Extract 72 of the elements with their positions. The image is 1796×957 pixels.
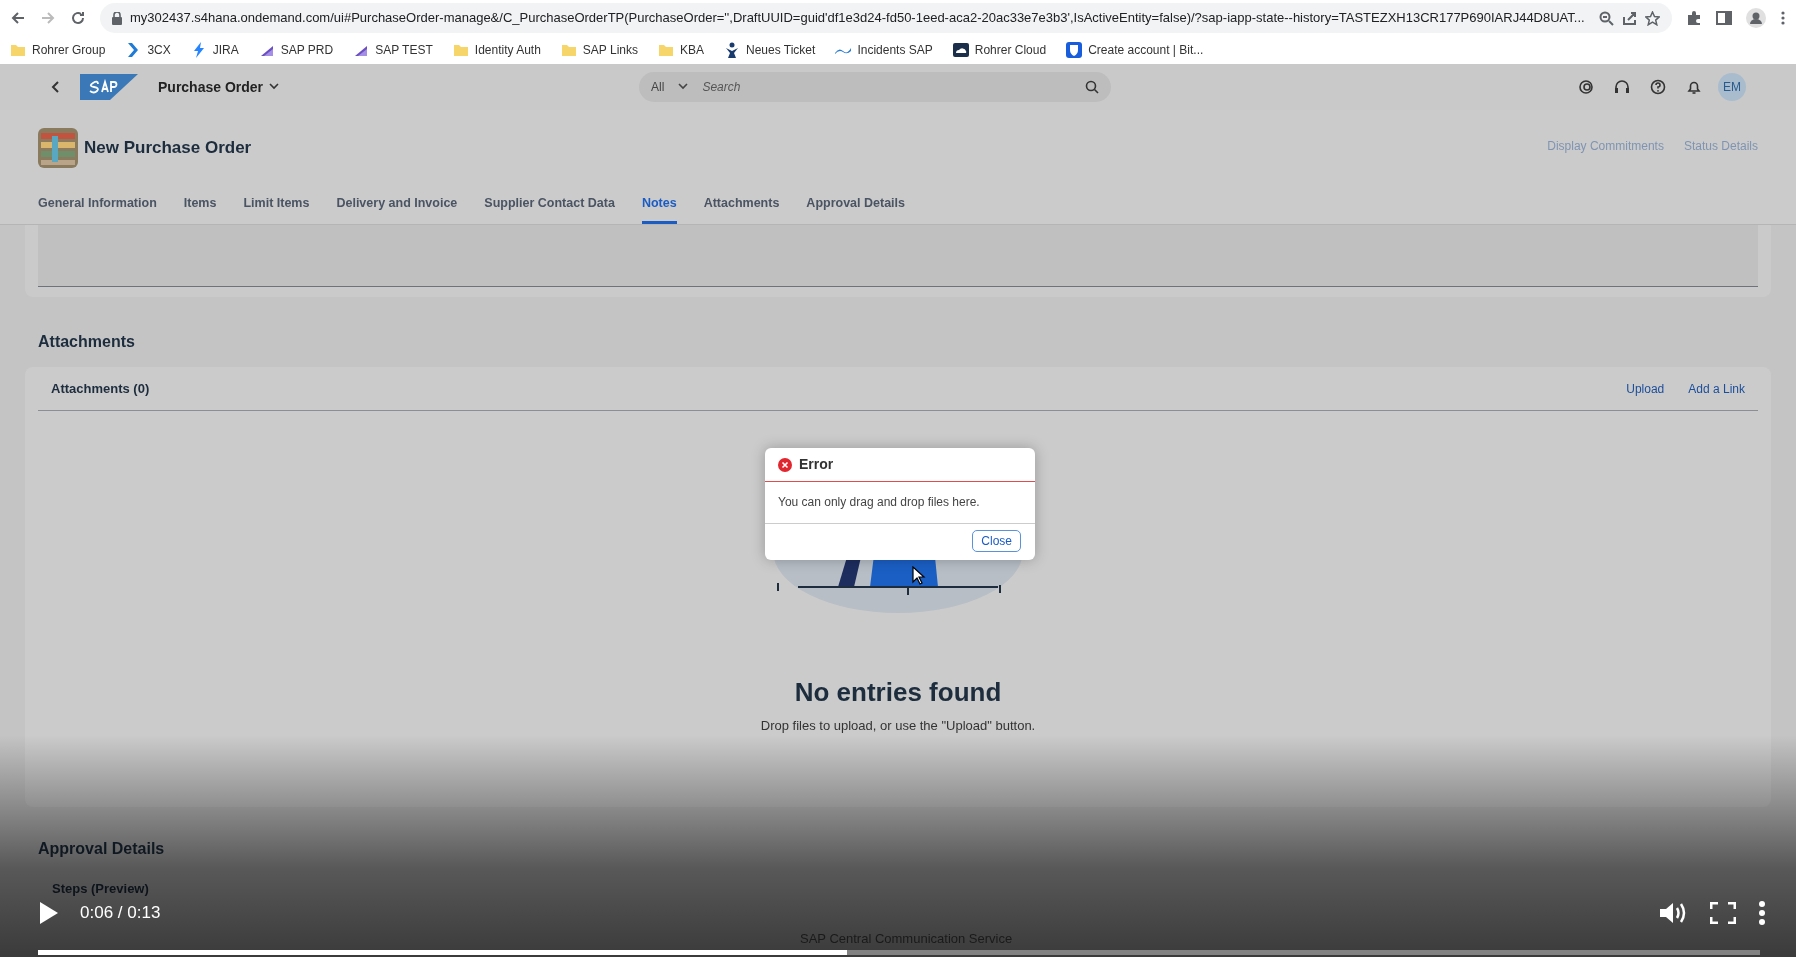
back-icon[interactable] bbox=[50, 80, 60, 94]
folder-icon bbox=[658, 42, 674, 58]
bell-icon[interactable] bbox=[1686, 79, 1702, 95]
zoom-icon[interactable] bbox=[1599, 10, 1614, 26]
fullscreen-icon[interactable] bbox=[1710, 902, 1736, 924]
menu-icon[interactable] bbox=[1780, 10, 1786, 26]
error-icon bbox=[778, 457, 792, 472]
avatar[interactable]: EM bbox=[1718, 73, 1746, 101]
url-text: my302437.s4hana.ondemand.com/ui#PurchaseOrder-manage&/C_PurchaseOrderTP(PurchaseOrder='',DraftUUID=guid'df1e3d24-fd50-1eed-aca2-20ac33e7e3b3',IsActiveEntity=false)/?sap-iapp-state--history=TASTEZXH13CR177P690IARJ44D8UAT... bbox=[130, 9, 1586, 28]
time-text: 0:06 / 0:13 bbox=[80, 902, 161, 925]
folder-icon bbox=[10, 42, 26, 58]
share-icon[interactable] bbox=[1622, 10, 1637, 26]
shield-icon bbox=[1066, 42, 1083, 58]
copilot-icon[interactable] bbox=[1578, 79, 1594, 95]
lock-icon bbox=[112, 11, 122, 25]
toolbar-link[interactable]: Upload bbox=[1626, 379, 1665, 398]
sidebar-icon[interactable] bbox=[1716, 10, 1732, 26]
search-icon[interactable] bbox=[1085, 80, 1100, 94]
address-bar[interactable] bbox=[100, 3, 1672, 33]
page-title: New Purchase Order bbox=[84, 137, 252, 159]
dialog-message: You can only drag and drop files here. bbox=[765, 482, 1035, 524]
section-title: Approval Details bbox=[38, 839, 166, 859]
play-icon[interactable] bbox=[40, 902, 58, 924]
search-field[interactable]: All Search bbox=[639, 72, 1112, 102]
more-icon[interactable] bbox=[1758, 900, 1766, 926]
tab[interactable]: Limit Items bbox=[243, 194, 310, 224]
close-button[interactable]: Close bbox=[972, 530, 1021, 552]
tab[interactable]: Approval Details bbox=[806, 194, 905, 224]
figure-icon bbox=[724, 42, 740, 58]
caret-icon bbox=[269, 83, 280, 91]
bookmark[interactable]: SAP Links bbox=[560, 41, 638, 59]
progress-track[interactable] bbox=[38, 950, 1760, 955]
notes-field[interactable] bbox=[38, 225, 1758, 287]
bookmark[interactable]: Incidents SAP bbox=[835, 41, 933, 59]
tab[interactable]: Delivery and Invoice bbox=[336, 194, 458, 224]
bookmark[interactable]: JIRA bbox=[190, 41, 239, 59]
reload-icon[interactable] bbox=[70, 10, 86, 26]
folder-icon bbox=[560, 42, 577, 58]
app-title-menu[interactable]: Purchase Order bbox=[158, 76, 280, 98]
logo[interactable] bbox=[80, 74, 138, 100]
tab[interactable]: Supplier Contact Data bbox=[484, 194, 615, 224]
dialog-title: Error bbox=[799, 455, 834, 474]
headset-icon[interactable] bbox=[1614, 79, 1630, 95]
bookmark[interactable]: Rohrer Group bbox=[10, 41, 106, 59]
tab[interactable]: Attachments bbox=[703, 194, 780, 224]
cursor-icon bbox=[912, 566, 926, 586]
bookmark[interactable]: Neues Ticket bbox=[724, 41, 816, 59]
bookmark[interactable]: KBA bbox=[658, 41, 704, 59]
toolbar-link[interactable]: Add a Link bbox=[1688, 379, 1745, 398]
help-icon[interactable] bbox=[1650, 79, 1666, 95]
bookmark[interactable]: SAP TEST bbox=[353, 41, 433, 59]
bookmark[interactable]: SAP PRD bbox=[258, 41, 334, 59]
star-icon[interactable] bbox=[1645, 10, 1660, 26]
empty-title: No entries found bbox=[794, 676, 1002, 709]
caret-icon bbox=[678, 83, 689, 91]
tab[interactable]: Items bbox=[183, 194, 217, 224]
table-title: Attachments (0) bbox=[51, 379, 150, 398]
bookmark[interactable]: Create account | Bit... bbox=[1066, 41, 1204, 59]
profile-icon[interactable] bbox=[1746, 8, 1766, 28]
puzzle-icon[interactable] bbox=[1686, 10, 1702, 26]
subsection-title: Steps (Preview) bbox=[52, 880, 150, 898]
tab[interactable]: General Information bbox=[38, 194, 157, 224]
folder-icon bbox=[452, 42, 469, 58]
bookmark[interactable]: 3CX bbox=[125, 41, 171, 59]
back-icon[interactable] bbox=[10, 10, 26, 26]
cloud-icon bbox=[952, 42, 969, 58]
bookmark[interactable]: Identity Auth bbox=[452, 41, 541, 59]
scope-selector[interactable]: All bbox=[651, 78, 665, 96]
empty-text: Drop files to upload, or use the "Upload" button. bbox=[760, 717, 1036, 735]
section-title: Attachments bbox=[38, 332, 136, 352]
volume-icon[interactable] bbox=[1658, 900, 1688, 926]
bookmark[interactable]: Rohrer Cloud bbox=[952, 41, 1047, 59]
